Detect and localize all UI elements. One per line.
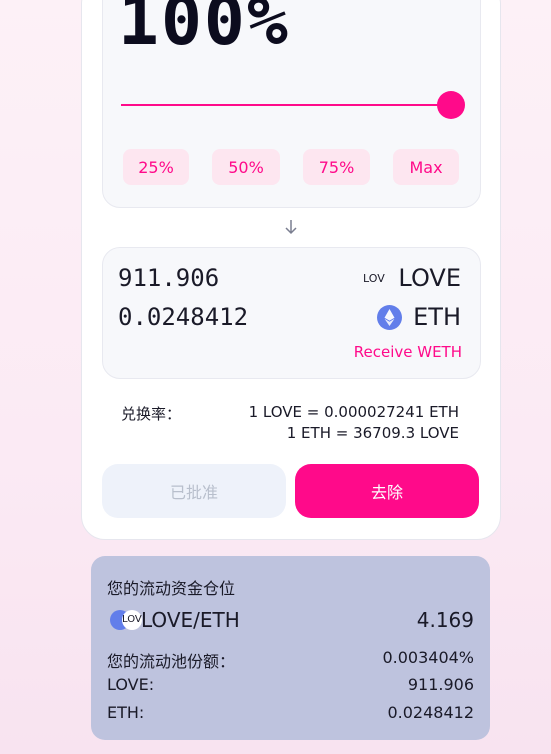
- quick-button-max[interactable]: Max: [393, 149, 459, 185]
- position-title: 您的流动资金仓位: [107, 579, 236, 598]
- amount-slider[interactable]: [121, 104, 443, 106]
- pool-share-value: 0.003404%: [382, 648, 474, 667]
- love-value: 911.906: [407, 675, 474, 694]
- quick-button-50[interactable]: 50%: [212, 149, 280, 185]
- pair-name: LOVE/ETH: [141, 608, 240, 632]
- rate-label: 兑换率：: [121, 405, 182, 423]
- approved-button[interactable]: 已批准: [102, 464, 286, 518]
- eth-label: ETH:: [107, 703, 145, 722]
- quick-button-25[interactable]: 25%: [123, 149, 189, 185]
- remove-button[interactable]: 去除: [295, 464, 479, 518]
- rate-love-eth: 1 LOVE = 0.000027241 ETH: [248, 403, 459, 421]
- love-pair-logo: LOV: [122, 610, 142, 630]
- receive-weth-link[interactable]: Receive WETH: [354, 343, 462, 361]
- love-token-logo: LOV: [363, 272, 385, 285]
- slider-handle[interactable]: [437, 91, 465, 119]
- eth-icon: [377, 305, 402, 330]
- eth-amount: 0.0248412: [118, 303, 249, 331]
- love-token-name: LOVE: [398, 264, 461, 292]
- arrow-down-icon: [283, 218, 299, 236]
- eth-value: 0.0248412: [387, 703, 474, 722]
- pool-share-label: 您的流动池份额：: [107, 652, 236, 671]
- love-label: LOVE:: [107, 675, 155, 694]
- amount-percent: 100%: [118, 0, 290, 61]
- rate-eth-love: 1 ETH = 36709.3 LOVE: [286, 424, 459, 442]
- pair-value: 4.169: [416, 608, 474, 632]
- eth-token-name: ETH: [413, 303, 461, 331]
- quick-button-75[interactable]: 75%: [303, 149, 370, 185]
- love-amount: 911.906: [118, 264, 220, 292]
